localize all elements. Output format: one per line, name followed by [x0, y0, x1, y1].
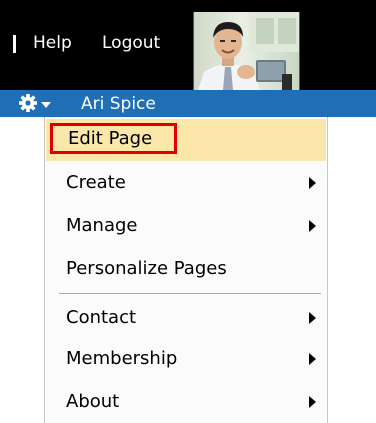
chevron-right-icon [309, 312, 316, 324]
menu-item-label: Membership [66, 348, 178, 369]
help-link[interactable]: Help [33, 32, 72, 54]
menu-item-contact[interactable]: Contact [46, 297, 326, 339]
chevron-right-icon [309, 396, 316, 408]
user-bar [0, 90, 376, 117]
username-link[interactable]: Ari Spice [81, 93, 156, 115]
menu-item-membership[interactable]: Membership [46, 338, 326, 380]
logout-link[interactable]: Logout [102, 32, 160, 54]
menu-item-label: Contact [66, 307, 137, 328]
gear-icon [19, 94, 51, 112]
menu-item-manage[interactable]: Manage [46, 205, 326, 247]
menu-item-create[interactable]: Create [46, 162, 326, 204]
avatar[interactable] [193, 12, 300, 90]
avatar-image [194, 12, 299, 90]
menu-item-label: Personalize Pages [66, 258, 227, 279]
divider [13, 35, 16, 53]
chevron-right-icon [309, 353, 316, 365]
menu-item-label: About [66, 391, 120, 412]
settings-menu-button[interactable] [19, 94, 59, 114]
settings-dropdown-menu: Edit Page Create Manage Personalize Page… [44, 117, 328, 423]
menu-item-label: Manage [66, 215, 138, 236]
menu-separator [59, 293, 321, 294]
menu-item-about[interactable]: About [46, 381, 326, 423]
chevron-right-icon [309, 177, 316, 189]
chevron-down-icon [41, 102, 51, 108]
menu-item-label: Edit Page [68, 128, 153, 149]
top-bar: Help Logout [0, 0, 376, 90]
menu-item-personalize-pages[interactable]: Personalize Pages [46, 248, 326, 290]
chevron-right-icon [309, 220, 316, 232]
menu-item-edit-page[interactable]: Edit Page [46, 119, 326, 161]
page: Help Logout Ari Spice Edit Page Create M… [0, 0, 376, 423]
menu-item-label: Create [66, 172, 126, 193]
